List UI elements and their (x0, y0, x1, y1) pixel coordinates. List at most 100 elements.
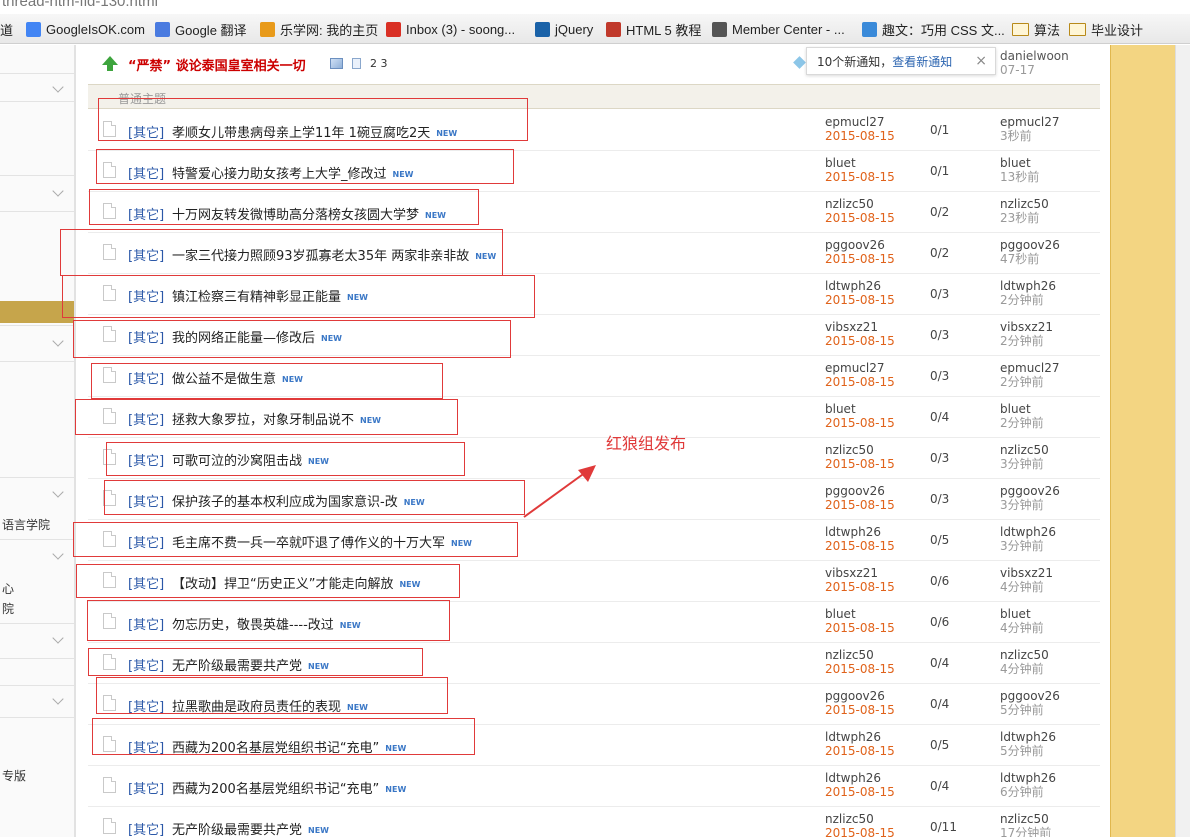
thread-category[interactable]: [其它] (128, 122, 164, 141)
scrollbar[interactable] (1175, 45, 1190, 837)
bookmark-10[interactable]: 毕业设计 (1069, 14, 1143, 44)
thread-category[interactable]: [其它] (128, 450, 164, 469)
author-name[interactable]: epmucl27 (825, 361, 895, 375)
bookmark-3[interactable]: 乐学网: 我的主页 (260, 14, 378, 44)
thread-category[interactable]: [其它] (128, 245, 164, 264)
view-notices-link[interactable]: 查看新通知 (892, 53, 952, 70)
sticky-thread-title[interactable]: “严禁” 谈论泰国皇室相关一切 (128, 55, 306, 74)
author-name[interactable]: ldtwph26 (825, 730, 895, 744)
last-post-user[interactable]: vibsxz21 (1000, 566, 1053, 580)
last-post-user[interactable]: ldtwph26 (1000, 771, 1056, 785)
chevron-down-icon[interactable] (52, 632, 64, 644)
thread-category[interactable]: [其它] (128, 655, 164, 674)
sidebar-text[interactable]: 心 (2, 580, 14, 597)
close-icon[interactable]: × (975, 53, 987, 69)
author-name[interactable]: ldtwph26 (825, 771, 895, 785)
thread-row[interactable]: [其它] 我的网络正能量—修改后 NEW vibsxz21 2015-08-15 0/3 v… (88, 315, 1100, 356)
thread-category[interactable]: [其它] (128, 163, 164, 182)
author-name[interactable]: epmucl27 (825, 115, 895, 129)
thread-category[interactable]: [其它] (128, 696, 164, 715)
chevron-down-icon[interactable] (52, 81, 64, 93)
author-name[interactable]: nzlizc50 (825, 648, 895, 662)
thread-title[interactable]: 一家三代接力照顾93岁孤寡老太35年 两家非亲非故 (172, 249, 469, 264)
sidebar-text[interactable]: 专版 (2, 767, 26, 784)
thread-row[interactable]: [其它] 十万网友转发微博助高分落榜女孩圆大学梦 NEW nzlizc50 2015-0… (88, 192, 1100, 233)
thread-row[interactable]: [其它] 西藏为200名基层党组织书记“充电” NEW ldtwph26 2015-08… (88, 766, 1100, 807)
sidebar-text[interactable]: 语言学院 (2, 516, 50, 533)
thread-title[interactable]: 【改动】捍卫“历史正义”才能走向解放 (172, 577, 393, 592)
sidebar-text[interactable]: 院 (2, 600, 14, 617)
last-post-user[interactable]: pggoov26 (1000, 484, 1060, 498)
thread-title[interactable]: 无产阶级最需要共产党 (172, 823, 302, 837)
thread-title[interactable]: 做公益不是做生意 (172, 372, 276, 387)
thread-title[interactable]: 十万网友转发微博助高分落榜女孩圆大学梦 (172, 208, 419, 223)
bookmark-5[interactable]: jQuery (535, 14, 593, 44)
thread-title[interactable]: 勿忘历史，敬畏英雄----改过 (172, 618, 334, 633)
thread-title[interactable]: 特警爱心接力助女孩考上大学_修改过 (172, 167, 387, 182)
thread-row[interactable]: [其它] 毛主席不费一兵一卒就吓退了傅作义的十万大军 NEW ldtwph26 2015… (88, 520, 1100, 561)
author-name[interactable]: pggoov26 (825, 238, 895, 252)
thread-row[interactable]: [其它] 做公益不是做生意 NEW epmucl27 2015-08-15 0/3 epmu… (88, 356, 1100, 397)
thread-category[interactable]: [其它] (128, 204, 164, 223)
thread-row[interactable]: [其它] 特警爱心接力助女孩考上大学_修改过 NEW bluet 2015-08-15 0… (88, 151, 1100, 192)
thread-row[interactable]: [其它] 【改动】捍卫“历史正义”才能走向解放 NEW vibsxz21 2015-08… (88, 561, 1100, 602)
author-name[interactable]: danielwoon (1000, 49, 1069, 63)
author-name[interactable]: bluet (825, 607, 895, 621)
last-post-user[interactable]: epmucl27 (1000, 115, 1060, 129)
last-post-user[interactable]: epmucl27 (1000, 361, 1060, 375)
author-name[interactable]: vibsxz21 (825, 566, 895, 580)
last-post-user[interactable]: bluet (1000, 607, 1044, 621)
thread-title[interactable]: 西藏为200名基层党组织书记“充电” (172, 741, 379, 756)
thread-row[interactable]: [其它] 镇江检察三有精神彰显正能量 NEW ldtwph26 2015-08-15 0/… (88, 274, 1100, 315)
last-post-user[interactable]: vibsxz21 (1000, 320, 1053, 334)
chevron-down-icon[interactable] (52, 335, 64, 347)
chevron-down-icon[interactable] (52, 548, 64, 560)
thread-title[interactable]: 孝顺女儿带患病母亲上学11年 1碗豆腐吃2天 (172, 126, 430, 141)
last-post-user[interactable]: nzlizc50 (1000, 197, 1049, 211)
last-post-user[interactable]: ldtwph26 (1000, 525, 1056, 539)
thread-row[interactable]: [其它] 拯救大象罗拉，对象牙制品说不 NEW bluet 2015-08-15 0/4 b… (88, 397, 1100, 438)
thread-title[interactable]: 拯救大象罗拉，对象牙制品说不 (172, 413, 354, 428)
bookmark-6[interactable]: HTML 5 教程 (606, 14, 701, 44)
chevron-down-icon[interactable] (52, 486, 64, 498)
thread-category[interactable]: [其它] (128, 819, 164, 837)
chevron-down-icon[interactable] (52, 185, 64, 197)
thread-title[interactable]: 拉黑歌曲是政府员责任的表现 (172, 700, 341, 715)
thread-title[interactable]: 可歌可泣的沙窝阻击战 (172, 454, 302, 469)
thread-category[interactable]: [其它] (128, 327, 164, 346)
last-post-user[interactable]: bluet (1000, 402, 1044, 416)
thread-row[interactable]: [其它] 一家三代接力照顾93岁孤寡老太35年 两家非亲非故 NEW pggoov26… (88, 233, 1100, 274)
address-bar[interactable]: thread-htm-fid-130.html (0, 0, 1190, 14)
author-name[interactable]: pggoov26 (825, 689, 895, 703)
sidebar-active-item[interactable] (0, 301, 74, 323)
thread-row[interactable]: [其它] 拉黑歌曲是政府员责任的表现 NEW pggoov26 2015-08-15 0/… (88, 684, 1100, 725)
thread-row[interactable]: [其它] 西藏为200名基层党组织书记“充电” NEW ldtwph26 2015-08… (88, 725, 1100, 766)
last-post-user[interactable]: bluet (1000, 156, 1039, 170)
thread-title[interactable]: 保护孩子的基本权利应成为国家意识-改 (172, 495, 398, 510)
thread-category[interactable]: [其它] (128, 532, 164, 551)
thread-category[interactable]: [其它] (128, 491, 164, 510)
bookmark-8[interactable]: 趣文：巧用 CSS 文... (862, 14, 1005, 44)
thread-category[interactable]: [其它] (128, 409, 164, 428)
bookmark-1[interactable]: GoogleIsOK.com (26, 14, 145, 44)
author-name[interactable]: ldtwph26 (825, 525, 895, 539)
bookmark-0[interactable]: 道 (0, 14, 13, 44)
author-name[interactable]: bluet (825, 402, 895, 416)
thread-title[interactable]: 毛主席不费一兵一卒就吓退了傅作义的十万大军 (172, 536, 445, 551)
bookmark-9[interactable]: 算法 (1012, 14, 1060, 44)
last-post-user[interactable]: ldtwph26 (1000, 279, 1056, 293)
last-post-user[interactable]: pggoov26 (1000, 689, 1060, 703)
thread-pages[interactable]: 2 3 (370, 57, 388, 70)
thread-row[interactable]: [其它] 孝顺女儿带患病母亲上学11年 1碗豆腐吃2天 NEW epmucl27 201… (88, 110, 1100, 151)
author-name[interactable]: nzlizc50 (825, 197, 895, 211)
thread-category[interactable]: [其它] (128, 573, 164, 592)
bookmark-7[interactable]: Member Center - ... (712, 14, 845, 44)
last-post-user[interactable]: ldtwph26 (1000, 730, 1056, 744)
last-post-user[interactable]: pggoov26 (1000, 238, 1060, 252)
thread-row[interactable]: [其它] 无产阶级最需要共产党 NEW nzlizc50 2015-08-15 0/11 n… (88, 807, 1100, 837)
author-name[interactable]: vibsxz21 (825, 320, 895, 334)
last-post-user[interactable]: nzlizc50 (1000, 812, 1051, 826)
thread-row[interactable]: [其它] 勿忘历史，敬畏英雄----改过 NEW bluet 2015-08-15 0/6… (88, 602, 1100, 643)
author-name[interactable]: pggoov26 (825, 484, 895, 498)
chevron-down-icon[interactable] (52, 693, 64, 705)
